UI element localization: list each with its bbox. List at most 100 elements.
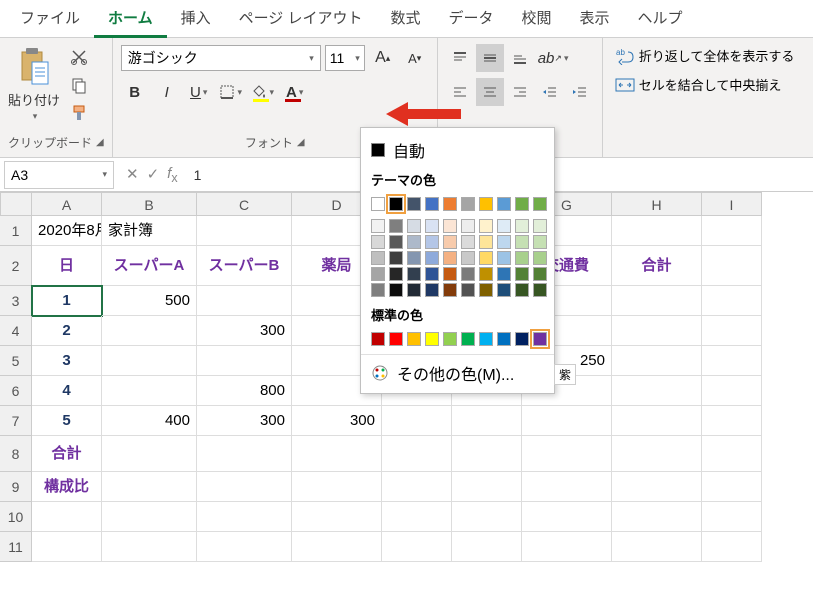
align-top-button[interactable] (446, 44, 474, 72)
row-header-10[interactable]: 10 (0, 502, 32, 532)
decrease-font-size-button[interactable]: A▾ (401, 44, 429, 72)
font-color-button[interactable]: A▾ (281, 78, 309, 106)
tint-swatch[interactable] (407, 267, 421, 281)
cell-E10[interactable] (382, 502, 452, 532)
cell-A10[interactable] (32, 502, 102, 532)
tab-view[interactable]: 表示 (566, 0, 624, 38)
tint-swatch[interactable] (371, 267, 385, 281)
cell-I3[interactable] (702, 286, 762, 316)
tint-swatch[interactable] (443, 267, 457, 281)
cell-G8[interactable] (522, 436, 612, 472)
row-header-7[interactable]: 7 (0, 406, 32, 436)
standard-swatch[interactable] (371, 332, 385, 346)
cell-H3[interactable] (612, 286, 702, 316)
cell-A8[interactable]: 合計 (32, 436, 102, 472)
cell-C11[interactable] (197, 532, 292, 562)
font-size-select[interactable]: 11▾ (325, 45, 365, 71)
cell-F10[interactable] (452, 502, 522, 532)
cell-I7[interactable] (702, 406, 762, 436)
cell-B8[interactable] (102, 436, 197, 472)
orientation-button[interactable]: ab↗▾ (536, 44, 571, 72)
cell-G11[interactable] (522, 532, 612, 562)
tint-swatch[interactable] (533, 251, 547, 265)
standard-swatch[interactable] (407, 332, 421, 346)
cell-A9[interactable]: 構成比 (32, 472, 102, 502)
select-all-corner[interactable] (0, 192, 32, 216)
cell-F11[interactable] (452, 532, 522, 562)
align-middle-button[interactable] (476, 44, 504, 72)
tint-swatch[interactable] (479, 235, 493, 249)
cell-H2[interactable]: 合計 (612, 246, 702, 286)
standard-swatch[interactable] (479, 332, 493, 346)
tint-swatch[interactable] (461, 235, 475, 249)
cell-G7[interactable] (522, 406, 612, 436)
tint-swatch[interactable] (425, 235, 439, 249)
cell-I11[interactable] (702, 532, 762, 562)
tint-swatch[interactable] (479, 267, 493, 281)
cell-I5[interactable] (702, 346, 762, 376)
cell-H5[interactable] (612, 346, 702, 376)
row-header-5[interactable]: 5 (0, 346, 32, 376)
theme-swatch[interactable] (497, 197, 511, 211)
standard-swatch[interactable] (533, 332, 547, 346)
cell-C5[interactable] (197, 346, 292, 376)
cell-B6[interactable] (102, 376, 197, 406)
cell-B3[interactable]: 500 (102, 286, 197, 316)
theme-swatch[interactable] (443, 197, 457, 211)
increase-font-size-button[interactable]: A▴ (369, 44, 397, 72)
tab-insert[interactable]: 挿入 (167, 0, 225, 38)
tint-swatch[interactable] (425, 219, 439, 233)
tint-swatch[interactable] (533, 235, 547, 249)
tint-swatch[interactable] (425, 267, 439, 281)
tint-swatch[interactable] (461, 267, 475, 281)
cell-E11[interactable] (382, 532, 452, 562)
tab-home[interactable]: ホーム (94, 0, 167, 38)
bold-button[interactable]: B (121, 78, 149, 106)
tint-swatch[interactable] (407, 283, 421, 297)
tint-swatch[interactable] (407, 219, 421, 233)
cut-button[interactable] (68, 46, 90, 68)
tint-swatch[interactable] (407, 235, 421, 249)
tint-swatch[interactable] (371, 235, 385, 249)
cell-H11[interactable] (612, 532, 702, 562)
decrease-indent-button[interactable] (536, 78, 564, 106)
tab-formulas[interactable]: 数式 (376, 0, 434, 38)
col-header-I[interactable]: I (702, 192, 762, 216)
tint-swatch[interactable] (479, 251, 493, 265)
standard-swatch[interactable] (515, 332, 529, 346)
cell-B11[interactable] (102, 532, 197, 562)
increase-indent-button[interactable] (566, 78, 594, 106)
row-header-1[interactable]: 1 (0, 216, 32, 246)
tint-swatch[interactable] (515, 283, 529, 297)
paste-button[interactable] (14, 44, 54, 88)
standard-swatch[interactable] (443, 332, 457, 346)
tint-swatch[interactable] (443, 219, 457, 233)
cell-C7[interactable]: 300 (197, 406, 292, 436)
cell-H8[interactable] (612, 436, 702, 472)
theme-swatch[interactable] (407, 197, 421, 211)
formula-fx-button[interactable]: fx (167, 165, 177, 185)
tint-swatch[interactable] (461, 219, 475, 233)
cell-C10[interactable] (197, 502, 292, 532)
tint-swatch[interactable] (389, 251, 403, 265)
cell-G10[interactable] (522, 502, 612, 532)
tint-swatch[interactable] (497, 219, 511, 233)
cell-C3[interactable] (197, 286, 292, 316)
cell-B7[interactable]: 400 (102, 406, 197, 436)
paste-dropdown[interactable]: ▾ (33, 111, 38, 122)
row-header-4[interactable]: 4 (0, 316, 32, 346)
cell-A2[interactable]: 日 (32, 246, 102, 286)
col-header-A[interactable]: A (32, 192, 102, 216)
cell-F7[interactable] (452, 406, 522, 436)
tint-swatch[interactable] (371, 251, 385, 265)
tint-swatch[interactable] (497, 251, 511, 265)
tint-swatch[interactable] (389, 267, 403, 281)
tint-swatch[interactable] (389, 283, 403, 297)
merge-center-button[interactable]: セルを結合して中央揃え (611, 73, 799, 96)
cell-A1[interactable]: 2020年8月 (32, 216, 102, 246)
wrap-text-button[interactable]: ab 折り返して全体を表示する (611, 44, 799, 67)
cell-B5[interactable] (102, 346, 197, 376)
cell-D8[interactable] (292, 436, 382, 472)
tab-data[interactable]: データ (434, 0, 507, 38)
font-name-select[interactable]: 游ゴシック▾ (121, 45, 321, 71)
